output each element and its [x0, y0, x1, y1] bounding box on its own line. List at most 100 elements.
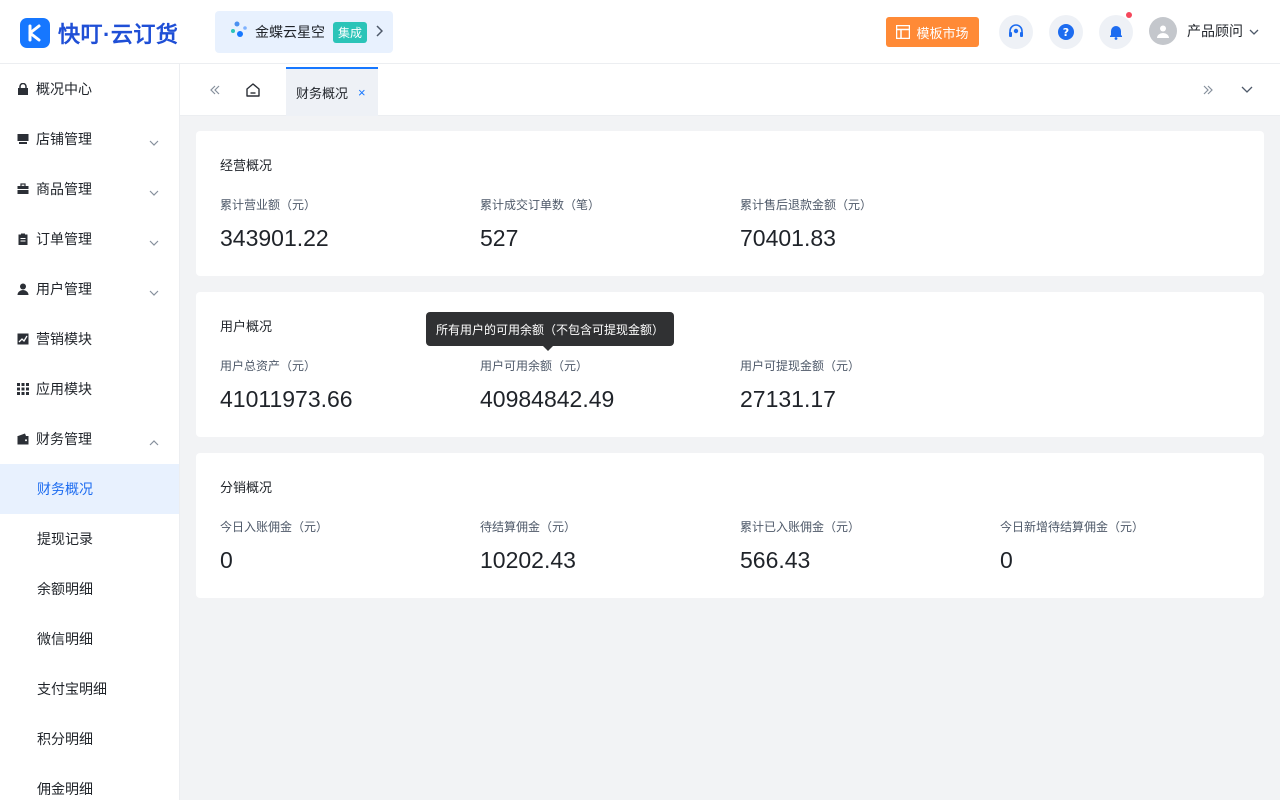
home-tab-button[interactable] — [243, 80, 263, 100]
stat-total-revenue: 累计营业额（元） 343901.22 — [220, 196, 329, 252]
briefcase-icon — [16, 182, 30, 196]
sidebar-item-users[interactable]: 用户管理 — [0, 264, 179, 314]
sidebar-subitem-points-detail[interactable]: 积分明细 — [0, 714, 179, 764]
balance-tooltip: 所有用户的可用余额（不包含可提现金额） — [426, 312, 674, 351]
logo-mark-icon — [20, 18, 50, 48]
stat-today-new-pending: 今日新增待结算佣金（元） 0 — [1000, 518, 1144, 574]
chevron-down-icon — [1241, 86, 1253, 93]
kingdee-icon — [229, 20, 249, 45]
tabs-bar: 财务概况 × — [180, 64, 1280, 116]
stat-value: 0 — [220, 547, 233, 573]
sidebar-item-label: 概况中心 — [36, 81, 92, 97]
sidebar-subitem-wechat-detail[interactable]: 微信明细 — [0, 614, 179, 664]
close-icon[interactable]: × — [358, 85, 366, 100]
stat-value: 566.43 — [740, 547, 811, 573]
sidebar-item-label: 营销模块 — [36, 331, 92, 347]
home-icon — [246, 83, 260, 97]
section-title: 分销概况 — [220, 480, 273, 495]
sidebar-item-label: 应用模块 — [36, 381, 92, 397]
chevron-down-icon — [149, 183, 159, 199]
sidebar-subitem-commission-detail[interactable]: 佣金明细 — [0, 764, 179, 800]
stat-value: 343901.22 — [220, 225, 329, 251]
stat-label: 今日新增待结算佣金（元） — [1000, 520, 1145, 534]
sidebar-item-store[interactable]: 店铺管理 — [0, 114, 179, 164]
stat-total-credited-commission: 累计已入账佣金（元） 566.43 — [740, 518, 860, 574]
stat-label: 待结算佣金（元） — [480, 520, 577, 534]
sidebar-item-marketing[interactable]: 营销模块 — [0, 314, 179, 364]
stat-value: 27131.17 — [740, 386, 836, 412]
stat-pending-commission: 待结算佣金（元） 10202.43 — [480, 518, 576, 574]
sidebar-item-label: 订单管理 — [36, 231, 92, 247]
template-market-button[interactable]: 模板市场 — [886, 17, 979, 47]
sidebar-item-products[interactable]: 商品管理 — [0, 164, 179, 214]
stat-total-orders: 累计成交订单数（笔） 527 — [480, 196, 600, 252]
stat-today-commission: 今日入账佣金（元） 0 — [220, 518, 328, 574]
integration-tag: 集成 — [333, 21, 368, 43]
distribution-overview-card: 分销概况 今日入账佣金（元） 0 待结算佣金（元） 10202.43 累计已入账… — [196, 453, 1264, 598]
stat-value: 527 — [480, 225, 519, 251]
clipboard-icon — [16, 232, 30, 246]
stat-label: 用户可提现金额（元） — [740, 359, 861, 373]
stat-user-total-assets: 用户总资产（元） 41011973.66 — [220, 357, 353, 413]
chevron-down-icon — [149, 233, 159, 249]
notification-button[interactable] — [1099, 12, 1133, 49]
grid-icon — [16, 382, 30, 396]
business-overview-card: 经营概况 累计营业额（元） 343901.22 累计成交订单数（笔） 527 累… — [196, 131, 1264, 276]
notification-dot — [1126, 12, 1132, 18]
bell-icon — [1110, 26, 1122, 40]
stat-label: 累计成交订单数（笔） — [480, 198, 601, 212]
tab-label: 财务概况 — [296, 86, 349, 101]
scroll-right-button[interactable] — [1198, 80, 1218, 100]
stat-value: 70401.83 — [740, 225, 836, 251]
stat-value: 41011973.66 — [220, 386, 353, 412]
stat-value: 0 — [1000, 547, 1013, 573]
double-chevron-right-icon — [1203, 85, 1213, 95]
sidebar-item-label: 财务管理 — [36, 431, 92, 447]
sidebar-item-label: 商品管理 — [36, 181, 92, 197]
chevron-right-icon — [375, 24, 384, 40]
avatar — [1149, 17, 1177, 45]
lock-icon — [16, 82, 30, 96]
sidebar: 概况中心 店铺管理 商品管理 订单管理 用户管理 营销模块 应用模块 财务管理 … — [0, 64, 180, 800]
chevron-down-icon — [149, 283, 159, 299]
store-icon — [16, 132, 30, 146]
sidebar-item-orders[interactable]: 订单管理 — [0, 214, 179, 264]
stat-user-available-balance[interactable]: 用户可用余额（元） 40984842.49 — [480, 357, 614, 413]
chevron-up-icon — [149, 433, 159, 449]
scroll-left-button[interactable] — [205, 80, 225, 100]
customer-service-button[interactable] — [999, 15, 1033, 49]
sidebar-item-finance[interactable]: 财务管理 — [0, 414, 179, 464]
sidebar-item-label: 用户管理 — [36, 281, 92, 297]
tab-finance-overview[interactable]: 财务概况 × — [286, 67, 378, 116]
stat-value: 10202.43 — [480, 547, 576, 573]
user-name: 产品顾问 — [1187, 23, 1243, 39]
headset-icon — [1009, 24, 1023, 37]
sidebar-subitem-balance-detail[interactable]: 余额明细 — [0, 564, 179, 614]
integration-badge[interactable]: 金蝶云星空 集成 — [215, 11, 393, 53]
sidebar-subitem-withdrawals[interactable]: 提现记录 — [0, 514, 179, 564]
trend-icon — [16, 332, 30, 346]
chevron-down-icon — [149, 133, 159, 149]
template-icon — [896, 25, 911, 39]
chevron-down-icon — [1249, 22, 1259, 40]
stat-label: 累计营业额（元） — [220, 198, 317, 212]
sidebar-subitem-alipay-detail[interactable]: 支付宝明细 — [0, 664, 179, 714]
svg-text:?: ? — [1063, 26, 1069, 39]
app-logo[interactable]: 快叮·云订货 — [20, 17, 178, 49]
stat-label: 今日入账佣金（元） — [220, 520, 329, 534]
help-button[interactable]: ? — [1049, 15, 1083, 49]
sidebar-item-apps[interactable]: 应用模块 — [0, 364, 179, 414]
stat-total-refunds: 累计售后退款金额（元） 70401.83 — [740, 196, 872, 252]
sidebar-item-overview[interactable]: 概况中心 — [0, 64, 179, 114]
stat-user-withdrawable: 用户可提现金额（元） 27131.17 — [740, 357, 860, 413]
sidebar-subitem-finance-overview[interactable]: 财务概况 — [0, 464, 179, 514]
section-title: 经营概况 — [220, 158, 273, 173]
stat-label: 用户总资产（元） — [220, 359, 317, 373]
users-overview-card: 用户概况 用户总资产（元） 41011973.66 用户可用余额（元） 4098… — [196, 292, 1264, 437]
stat-label: 用户可用余额（元） — [480, 359, 589, 373]
wallet-icon — [16, 432, 30, 446]
tabs-menu-button[interactable] — [1237, 80, 1257, 100]
double-chevron-left-icon — [210, 85, 220, 95]
app-name: 快叮·云订货 — [58, 22, 179, 47]
user-menu[interactable]: 产品顾问 — [1149, 17, 1259, 45]
